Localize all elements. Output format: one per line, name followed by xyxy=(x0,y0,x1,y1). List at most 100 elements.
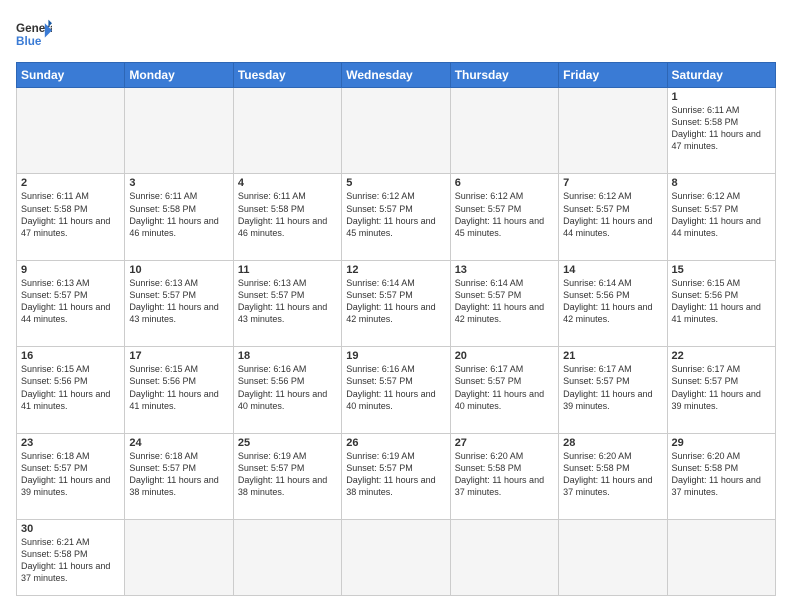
day-number: 15 xyxy=(672,264,771,276)
calendar-cell: 10Sunrise: 6:13 AMSunset: 5:57 PMDayligh… xyxy=(125,260,233,346)
cell-info: Sunrise: 6:11 AMSunset: 5:58 PMDaylight:… xyxy=(21,190,120,239)
calendar-cell: 7Sunrise: 6:12 AMSunset: 5:57 PMDaylight… xyxy=(559,174,667,260)
day-header-monday: Monday xyxy=(125,63,233,88)
calendar-cell xyxy=(667,520,775,596)
calendar-cell: 28Sunrise: 6:20 AMSunset: 5:58 PMDayligh… xyxy=(559,433,667,519)
svg-text:Blue: Blue xyxy=(16,35,42,48)
week-row-6: 30Sunrise: 6:21 AMSunset: 5:58 PMDayligh… xyxy=(17,520,776,596)
week-row-3: 9Sunrise: 6:13 AMSunset: 5:57 PMDaylight… xyxy=(17,260,776,346)
cell-info: Sunrise: 6:17 AMSunset: 5:57 PMDaylight:… xyxy=(563,363,662,412)
cell-info: Sunrise: 6:12 AMSunset: 5:57 PMDaylight:… xyxy=(455,190,554,239)
calendar-cell: 3Sunrise: 6:11 AMSunset: 5:58 PMDaylight… xyxy=(125,174,233,260)
calendar-cell: 11Sunrise: 6:13 AMSunset: 5:57 PMDayligh… xyxy=(233,260,341,346)
header: General Blue xyxy=(16,16,776,52)
cell-info: Sunrise: 6:20 AMSunset: 5:58 PMDaylight:… xyxy=(672,450,771,499)
calendar-cell xyxy=(342,520,450,596)
cell-info: Sunrise: 6:13 AMSunset: 5:57 PMDaylight:… xyxy=(21,277,120,326)
calendar-cell: 23Sunrise: 6:18 AMSunset: 5:57 PMDayligh… xyxy=(17,433,125,519)
cell-info: Sunrise: 6:14 AMSunset: 5:57 PMDaylight:… xyxy=(455,277,554,326)
cell-info: Sunrise: 6:16 AMSunset: 5:57 PMDaylight:… xyxy=(346,363,445,412)
day-number: 12 xyxy=(346,264,445,276)
cell-info: Sunrise: 6:12 AMSunset: 5:57 PMDaylight:… xyxy=(563,190,662,239)
day-number: 24 xyxy=(129,437,228,449)
day-number: 13 xyxy=(455,264,554,276)
week-row-1: 1Sunrise: 6:11 AMSunset: 5:58 PMDaylight… xyxy=(17,88,776,174)
calendar-cell xyxy=(559,88,667,174)
calendar-cell xyxy=(450,88,558,174)
calendar-cell: 25Sunrise: 6:19 AMSunset: 5:57 PMDayligh… xyxy=(233,433,341,519)
calendar-cell: 1Sunrise: 6:11 AMSunset: 5:58 PMDaylight… xyxy=(667,88,775,174)
cell-info: Sunrise: 6:17 AMSunset: 5:57 PMDaylight:… xyxy=(672,363,771,412)
cell-info: Sunrise: 6:16 AMSunset: 5:56 PMDaylight:… xyxy=(238,363,337,412)
calendar-cell: 9Sunrise: 6:13 AMSunset: 5:57 PMDaylight… xyxy=(17,260,125,346)
day-header-sunday: Sunday xyxy=(17,63,125,88)
cell-info: Sunrise: 6:13 AMSunset: 5:57 PMDaylight:… xyxy=(238,277,337,326)
calendar-cell: 13Sunrise: 6:14 AMSunset: 5:57 PMDayligh… xyxy=(450,260,558,346)
cell-info: Sunrise: 6:20 AMSunset: 5:58 PMDaylight:… xyxy=(563,450,662,499)
calendar-cell xyxy=(342,88,450,174)
calendar: SundayMondayTuesdayWednesdayThursdayFrid… xyxy=(16,62,776,596)
day-number: 28 xyxy=(563,437,662,449)
day-number: 14 xyxy=(563,264,662,276)
calendar-cell xyxy=(233,520,341,596)
cell-info: Sunrise: 6:11 AMSunset: 5:58 PMDaylight:… xyxy=(238,190,337,239)
calendar-cell xyxy=(125,88,233,174)
day-number: 8 xyxy=(672,177,771,189)
cell-info: Sunrise: 6:20 AMSunset: 5:58 PMDaylight:… xyxy=(455,450,554,499)
calendar-cell: 20Sunrise: 6:17 AMSunset: 5:57 PMDayligh… xyxy=(450,347,558,433)
cell-info: Sunrise: 6:19 AMSunset: 5:57 PMDaylight:… xyxy=(346,450,445,499)
cell-info: Sunrise: 6:11 AMSunset: 5:58 PMDaylight:… xyxy=(672,104,771,153)
day-number: 23 xyxy=(21,437,120,449)
day-number: 4 xyxy=(238,177,337,189)
day-number: 16 xyxy=(21,350,120,362)
day-number: 26 xyxy=(346,437,445,449)
cell-info: Sunrise: 6:19 AMSunset: 5:57 PMDaylight:… xyxy=(238,450,337,499)
calendar-cell: 4Sunrise: 6:11 AMSunset: 5:58 PMDaylight… xyxy=(233,174,341,260)
calendar-cell: 5Sunrise: 6:12 AMSunset: 5:57 PMDaylight… xyxy=(342,174,450,260)
day-number: 9 xyxy=(21,264,120,276)
cell-info: Sunrise: 6:12 AMSunset: 5:57 PMDaylight:… xyxy=(672,190,771,239)
calendar-cell: 26Sunrise: 6:19 AMSunset: 5:57 PMDayligh… xyxy=(342,433,450,519)
day-number: 30 xyxy=(21,523,120,535)
calendar-cell: 19Sunrise: 6:16 AMSunset: 5:57 PMDayligh… xyxy=(342,347,450,433)
calendar-cell xyxy=(559,520,667,596)
calendar-cell: 22Sunrise: 6:17 AMSunset: 5:57 PMDayligh… xyxy=(667,347,775,433)
calendar-cell: 29Sunrise: 6:20 AMSunset: 5:58 PMDayligh… xyxy=(667,433,775,519)
calendar-cell xyxy=(17,88,125,174)
cell-info: Sunrise: 6:12 AMSunset: 5:57 PMDaylight:… xyxy=(346,190,445,239)
calendar-cell: 16Sunrise: 6:15 AMSunset: 5:56 PMDayligh… xyxy=(17,347,125,433)
page: General Blue SundayMondayTuesdayWednesda… xyxy=(0,0,792,612)
calendar-cell: 14Sunrise: 6:14 AMSunset: 5:56 PMDayligh… xyxy=(559,260,667,346)
cell-info: Sunrise: 6:17 AMSunset: 5:57 PMDaylight:… xyxy=(455,363,554,412)
week-row-2: 2Sunrise: 6:11 AMSunset: 5:58 PMDaylight… xyxy=(17,174,776,260)
calendar-cell xyxy=(125,520,233,596)
calendar-cell: 2Sunrise: 6:11 AMSunset: 5:58 PMDaylight… xyxy=(17,174,125,260)
day-header-thursday: Thursday xyxy=(450,63,558,88)
day-number: 27 xyxy=(455,437,554,449)
day-number: 5 xyxy=(346,177,445,189)
cell-info: Sunrise: 6:11 AMSunset: 5:58 PMDaylight:… xyxy=(129,190,228,239)
cell-info: Sunrise: 6:18 AMSunset: 5:57 PMDaylight:… xyxy=(129,450,228,499)
calendar-cell: 24Sunrise: 6:18 AMSunset: 5:57 PMDayligh… xyxy=(125,433,233,519)
day-number: 22 xyxy=(672,350,771,362)
calendar-cell: 17Sunrise: 6:15 AMSunset: 5:56 PMDayligh… xyxy=(125,347,233,433)
day-number: 25 xyxy=(238,437,337,449)
cell-info: Sunrise: 6:21 AMSunset: 5:58 PMDaylight:… xyxy=(21,536,120,585)
calendar-cell: 15Sunrise: 6:15 AMSunset: 5:56 PMDayligh… xyxy=(667,260,775,346)
day-header-friday: Friday xyxy=(559,63,667,88)
cell-info: Sunrise: 6:14 AMSunset: 5:56 PMDaylight:… xyxy=(563,277,662,326)
calendar-cell xyxy=(233,88,341,174)
cell-info: Sunrise: 6:15 AMSunset: 5:56 PMDaylight:… xyxy=(129,363,228,412)
cell-info: Sunrise: 6:18 AMSunset: 5:57 PMDaylight:… xyxy=(21,450,120,499)
calendar-cell: 6Sunrise: 6:12 AMSunset: 5:57 PMDaylight… xyxy=(450,174,558,260)
calendar-cell xyxy=(450,520,558,596)
day-number: 11 xyxy=(238,264,337,276)
day-number: 29 xyxy=(672,437,771,449)
day-number: 1 xyxy=(672,91,771,103)
day-number: 2 xyxy=(21,177,120,189)
calendar-cell: 27Sunrise: 6:20 AMSunset: 5:58 PMDayligh… xyxy=(450,433,558,519)
calendar-cell: 18Sunrise: 6:16 AMSunset: 5:56 PMDayligh… xyxy=(233,347,341,433)
logo: General Blue xyxy=(16,16,52,52)
day-header-saturday: Saturday xyxy=(667,63,775,88)
cell-info: Sunrise: 6:14 AMSunset: 5:57 PMDaylight:… xyxy=(346,277,445,326)
